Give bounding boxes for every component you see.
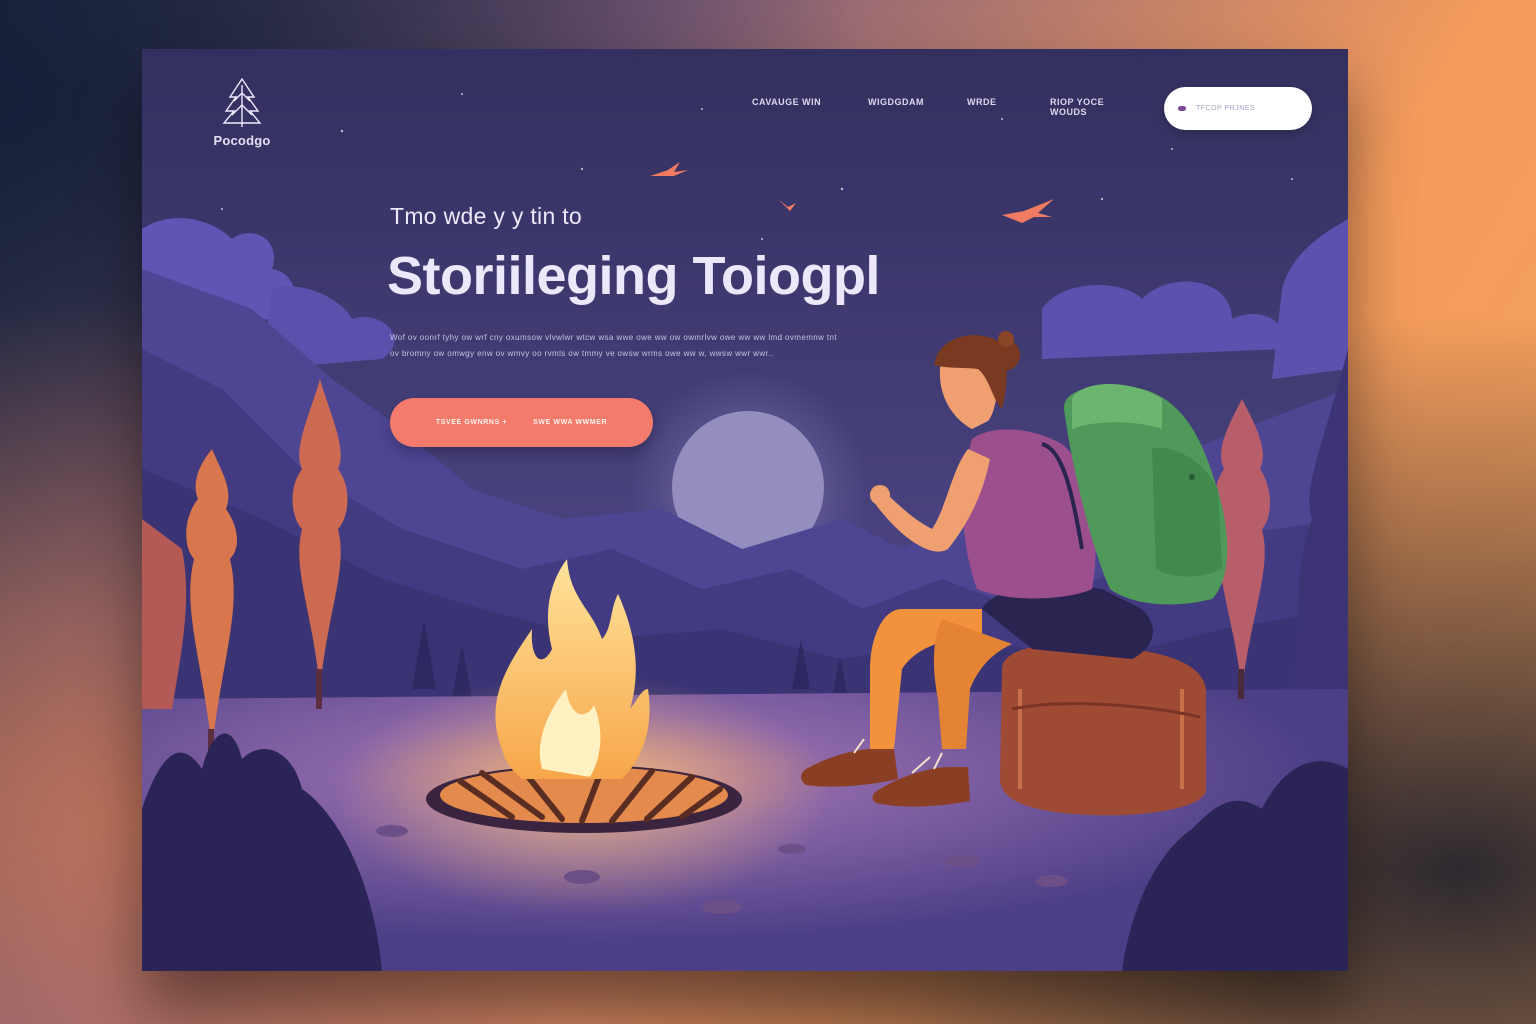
nav-item-1[interactable]: CAVAUGE WIN [752, 97, 822, 107]
pine-tree-icon [222, 77, 262, 127]
hero-kicker: Tmo wde y y tin to [390, 203, 583, 229]
search-dot-icon [1178, 106, 1186, 111]
hero-headline: Storiileging Toiogpl [387, 246, 880, 306]
campfire-scene-illustration [142, 49, 1348, 971]
brand-name: Pocodgo [213, 133, 271, 148]
hero-cta-button[interactable]: TSVEE GWNRNS + SWE WWA WWMER [390, 398, 653, 447]
cta-right-label: SWE WWA WWMER [533, 419, 608, 426]
nav-item-2[interactable]: WIGDGDAM [868, 97, 938, 107]
hero-body-text: Wof ov oonrf tyhy ow wrf cny oxumsow vlv… [390, 333, 838, 358]
nav-item-3[interactable]: WRDE [967, 97, 1007, 107]
search-input[interactable]: TFCOP PRJNES [1164, 87, 1312, 130]
landing-page-window: Pocodgo CAVAUGE WIN WIGDGDAM WRDE RIOP Y… [142, 49, 1348, 971]
moon-search-icon[interactable] [1286, 102, 1300, 116]
cta-left-label: TSVEE GWNRNS + [435, 419, 508, 426]
search-placeholder: TFCOP PRJNES [1196, 105, 1256, 112]
brand-logo[interactable]: Pocodgo [202, 77, 282, 148]
nav-item-4[interactable]: RIOP YOCE WOUDS [1050, 97, 1140, 117]
